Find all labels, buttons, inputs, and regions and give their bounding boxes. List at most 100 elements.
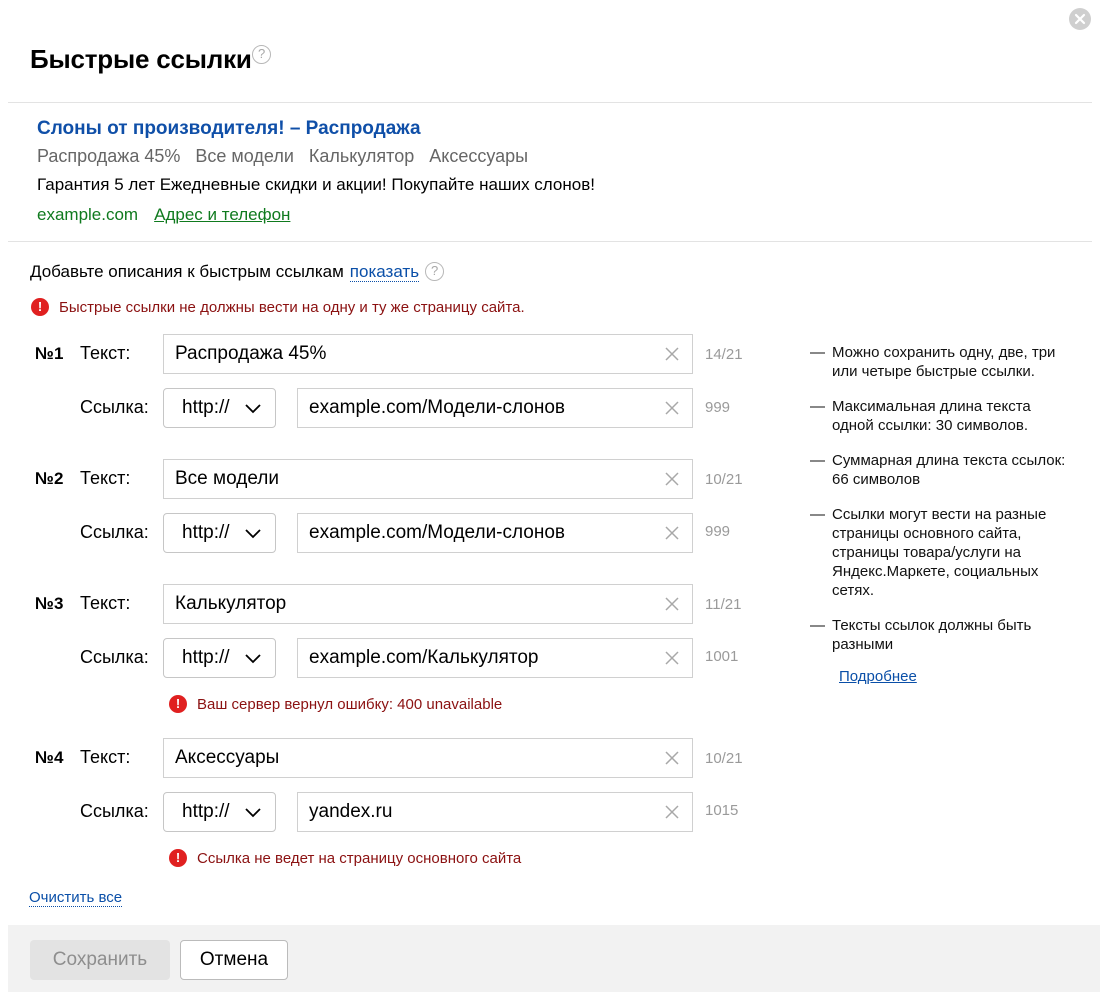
- url-counter: 1015: [705, 802, 739, 819]
- link-number: №1: [35, 344, 64, 363]
- error-icon: !: [169, 695, 187, 713]
- clear-icon[interactable]: [664, 471, 680, 487]
- hint-dash: —: [810, 398, 825, 415]
- input-value: example.com/Модели-слонов: [309, 522, 566, 543]
- input-value: yandex.ru: [309, 801, 393, 822]
- link-label: Ссылка:: [80, 801, 149, 821]
- protocol-value: http://: [182, 397, 230, 418]
- text-label: Текст:: [80, 343, 131, 363]
- hint-dash: —: [810, 506, 825, 523]
- error-text: Ссылка не ведет на страницу основного са…: [197, 849, 522, 867]
- hint-item: — Тексты ссылок должны быть разными: [810, 616, 1072, 654]
- protocol-value: http://: [182, 522, 230, 543]
- clear-icon[interactable]: [664, 750, 680, 766]
- clear-all-link[interactable]: Очистить все: [29, 889, 123, 907]
- link-text-input[interactable]: Распродажа 45%: [163, 334, 693, 374]
- link-text-input[interactable]: Все модели: [163, 459, 693, 499]
- hint-text: Ссылки могут вести на разные страницы ос…: [832, 506, 1047, 599]
- hints-panel: — Можно сохранить одну, две, три или четы…: [810, 343, 1072, 686]
- close-button[interactable]: [1069, 8, 1091, 30]
- text-counter: 11/21: [705, 596, 742, 613]
- preview-sitelink: Аксессуары: [429, 146, 529, 166]
- input-value: example.com/Калькулятор: [309, 647, 539, 668]
- clear-icon[interactable]: [664, 596, 680, 612]
- preview-title: Слоны от производителя! – Распродажа: [37, 118, 421, 139]
- hint-dash: —: [810, 344, 825, 361]
- text-label: Текст:: [80, 593, 131, 613]
- text-counter: 10/21: [705, 471, 743, 488]
- dialog-footer: Сохранить Отмена: [8, 925, 1100, 992]
- clear-icon[interactable]: [664, 525, 680, 541]
- close-icon: [1074, 13, 1086, 25]
- dialog-title-text: Быстрые ссылки: [30, 44, 252, 74]
- hint-dash: —: [810, 452, 825, 469]
- link-label: Ссылка:: [80, 522, 149, 542]
- link-label: Ссылка:: [80, 647, 149, 667]
- preview-url-line: example.com Адрес и телефон: [37, 205, 595, 229]
- input-value: Распродажа 45%: [175, 343, 327, 364]
- text-counter: 10/21: [705, 750, 743, 767]
- save-button[interactable]: Сохранить: [30, 940, 170, 980]
- preview-sitelink: Распродажа 45%: [37, 146, 181, 166]
- text-counter: 14/21: [705, 346, 743, 363]
- chevron-down-icon: [245, 529, 261, 539]
- link-url-input[interactable]: example.com/Модели-слонов: [297, 513, 693, 553]
- link-number: №4: [35, 748, 64, 767]
- clear-icon[interactable]: [664, 650, 680, 666]
- link-url-input[interactable]: yandex.ru: [297, 792, 693, 832]
- input-value: Аксессуары: [175, 747, 280, 768]
- text-label: Текст:: [80, 747, 131, 767]
- link-error: ! Ваш сервер вернул ошибку: 400 unavaila…: [169, 693, 502, 715]
- link-text-input[interactable]: Аксессуары: [163, 738, 693, 778]
- preview-sitelinks: Распродажа 45% Все модели Калькулятор Аксес…: [37, 146, 595, 172]
- input-value: Калькулятор: [175, 593, 287, 614]
- hint-item: — Максимальная длина текста одной ссылки:…: [810, 397, 1072, 435]
- error-icon: !: [31, 298, 49, 316]
- hint-dash: —: [810, 617, 825, 634]
- hint-item: — Ссылки могут вести на разные страницы о…: [810, 505, 1072, 600]
- clear-icon[interactable]: [664, 346, 680, 362]
- preview-description: Гарантия 5 лет Ежедневные скидки и акции…: [37, 175, 595, 194]
- show-descriptions-link[interactable]: показать: [349, 262, 420, 282]
- help-icon[interactable]: ?: [425, 261, 445, 281]
- protocol-select[interactable]: http://: [163, 513, 276, 553]
- error-icon: !: [169, 849, 187, 867]
- chevron-down-icon: [245, 404, 261, 414]
- preview-address-link[interactable]: Адрес и телефон: [154, 205, 290, 224]
- descriptions-line: Добавьте описания к быстрым ссылкам показ…: [30, 261, 445, 282]
- global-error: ! Быстрые ссылки не должны вести на одну…: [31, 296, 525, 318]
- url-counter: 999: [705, 399, 731, 416]
- descriptions-text: Добавьте описания к быстрым ссылкам: [30, 262, 344, 281]
- hint-text: Максимальная длина текста одной ссылки: …: [832, 398, 1031, 434]
- hint-text: Можно сохранить одну, две, три или четыр…: [832, 344, 1056, 380]
- link-url-input[interactable]: example.com/Калькулятор: [297, 638, 693, 678]
- more-link[interactable]: Подробнее: [839, 667, 1072, 686]
- protocol-select[interactable]: http://: [163, 638, 276, 678]
- help-icon[interactable]: ?: [252, 45, 271, 64]
- link-number: №2: [35, 469, 64, 488]
- text-label: Текст:: [80, 468, 131, 488]
- link-label: Ссылка:: [80, 397, 149, 417]
- preview-domain: example.com: [37, 205, 139, 224]
- link-url-input[interactable]: example.com/Модели-слонов: [297, 388, 693, 428]
- clear-icon[interactable]: [664, 400, 680, 416]
- ad-preview: Слоны от производителя! – Распродажа Рас…: [37, 118, 595, 229]
- protocol-select[interactable]: http://: [163, 388, 276, 428]
- chevron-down-icon: [245, 654, 261, 664]
- error-text: Ваш сервер вернул ошибку: 400 unavailabl…: [197, 695, 503, 713]
- dialog-title: Быстрые ссылки ?: [30, 44, 271, 75]
- protocol-select[interactable]: http://: [163, 792, 276, 832]
- clear-icon[interactable]: [664, 804, 680, 820]
- input-value: example.com/Модели-слонов: [309, 397, 566, 418]
- protocol-value: http://: [182, 801, 230, 822]
- url-counter: 999: [705, 523, 731, 540]
- hint-item: — Суммарная длина текста ссылок: 66 симво…: [810, 451, 1072, 489]
- input-value: Все модели: [175, 468, 279, 489]
- link-error: ! Ссылка не ведет на страницу основного …: [169, 847, 521, 869]
- url-counter: 1001: [705, 648, 739, 665]
- divider: [8, 102, 1092, 103]
- cancel-button[interactable]: Отмена: [180, 940, 288, 980]
- link-text-input[interactable]: Калькулятор: [163, 584, 693, 624]
- link-number: №3: [35, 594, 64, 613]
- hint-item: — Можно сохранить одну, две, три или четы…: [810, 343, 1072, 381]
